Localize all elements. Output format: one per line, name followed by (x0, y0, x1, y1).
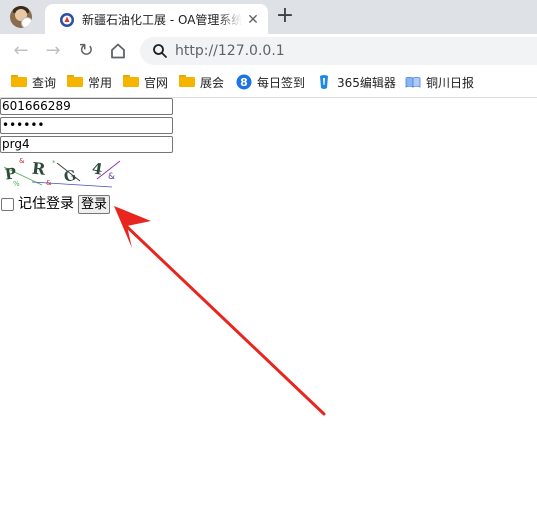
bookmark-365-editor[interactable]: 365编辑器 (316, 73, 396, 91)
home-icon[interactable] (107, 40, 129, 62)
bookmark-guanwang[interactable]: 官网 (123, 73, 168, 91)
bookmark-tongchuan-daily[interactable]: 铜川日报 (405, 73, 474, 91)
bookmark-label: 官网 (144, 75, 169, 90)
svg-text:&: & (108, 172, 115, 182)
captcha-char: 4 (91, 159, 104, 179)
folder-icon (67, 75, 83, 91)
tab-close-icon[interactable]: ✕ (245, 12, 261, 28)
remember-row: 记住登录 登录 (0, 193, 111, 215)
bookmark-label: 365编辑器 (337, 75, 396, 90)
captcha-image[interactable]: P R G 4 % & & * & (2, 157, 122, 189)
captcha-char: G (63, 168, 78, 186)
captcha-input[interactable] (0, 136, 173, 153)
bookmark-zhanhui[interactable]: 展会 (179, 73, 224, 91)
remember-checkbox[interactable] (1, 197, 14, 211)
svg-text:&: & (46, 179, 52, 187)
avatar-badge (21, 17, 32, 28)
back-button[interactable]: ← (10, 40, 32, 62)
svg-text:8: 8 (240, 76, 248, 89)
address-bar[interactable]: http://127.0.0.1 (140, 37, 537, 65)
folder-icon (179, 75, 195, 91)
bookmark-changyong[interactable]: 常用 (67, 73, 112, 91)
forward-button[interactable]: → (42, 40, 64, 62)
profile-avatar[interactable] (10, 6, 32, 28)
checkin-icon: 8 (236, 74, 252, 90)
password-input[interactable] (0, 117, 173, 134)
folder-icon (123, 75, 139, 91)
editor-icon (320, 75, 328, 89)
bookmark-label: 展会 (200, 75, 225, 90)
username-input[interactable] (0, 98, 173, 115)
captcha-char: R (31, 159, 47, 179)
bookmark-chaxun[interactable]: 查询 (11, 73, 56, 91)
login-page: P R G 4 % & & * & 记住登录 登录 (0, 98, 537, 531)
bookmarks-bar: 查询 常用 官网 展会 8 每日签到 365编辑器 铜川日报 (0, 68, 537, 98)
tab-title: 新疆石油化工展 - OA管理系统 (82, 13, 242, 27)
bookmark-label: 每日签到 (257, 75, 306, 90)
bookmark-label: 铜川日报 (426, 75, 475, 90)
browser-tab-active[interactable]: 新疆石油化工展 - OA管理系统 ✕ (45, 4, 268, 34)
tab-strip: 新疆石油化工展 - OA管理系统 ✕ + (0, 0, 537, 34)
svg-text:%: % (13, 180, 20, 188)
bookmark-meiriqiandao[interactable]: 8 每日签到 (236, 73, 305, 91)
login-button[interactable]: 登录 (78, 194, 111, 214)
svg-text:*: * (52, 159, 56, 167)
bookmark-label: 查询 (32, 75, 57, 90)
new-tab-button[interactable]: + (274, 5, 296, 27)
search-icon (153, 44, 167, 58)
bookmark-label: 常用 (88, 75, 113, 90)
svg-text:&: & (19, 157, 25, 165)
address-url[interactable]: http://127.0.0.1 (175, 42, 285, 60)
reload-button[interactable]: ↻ (75, 40, 97, 62)
site-favicon-icon (60, 13, 74, 27)
folder-icon (11, 75, 27, 91)
book-icon (405, 76, 421, 88)
remember-label: 记住登录 (18, 196, 74, 212)
browser-toolbar: ← → ↻ http://127.0.0.1 (0, 34, 537, 68)
